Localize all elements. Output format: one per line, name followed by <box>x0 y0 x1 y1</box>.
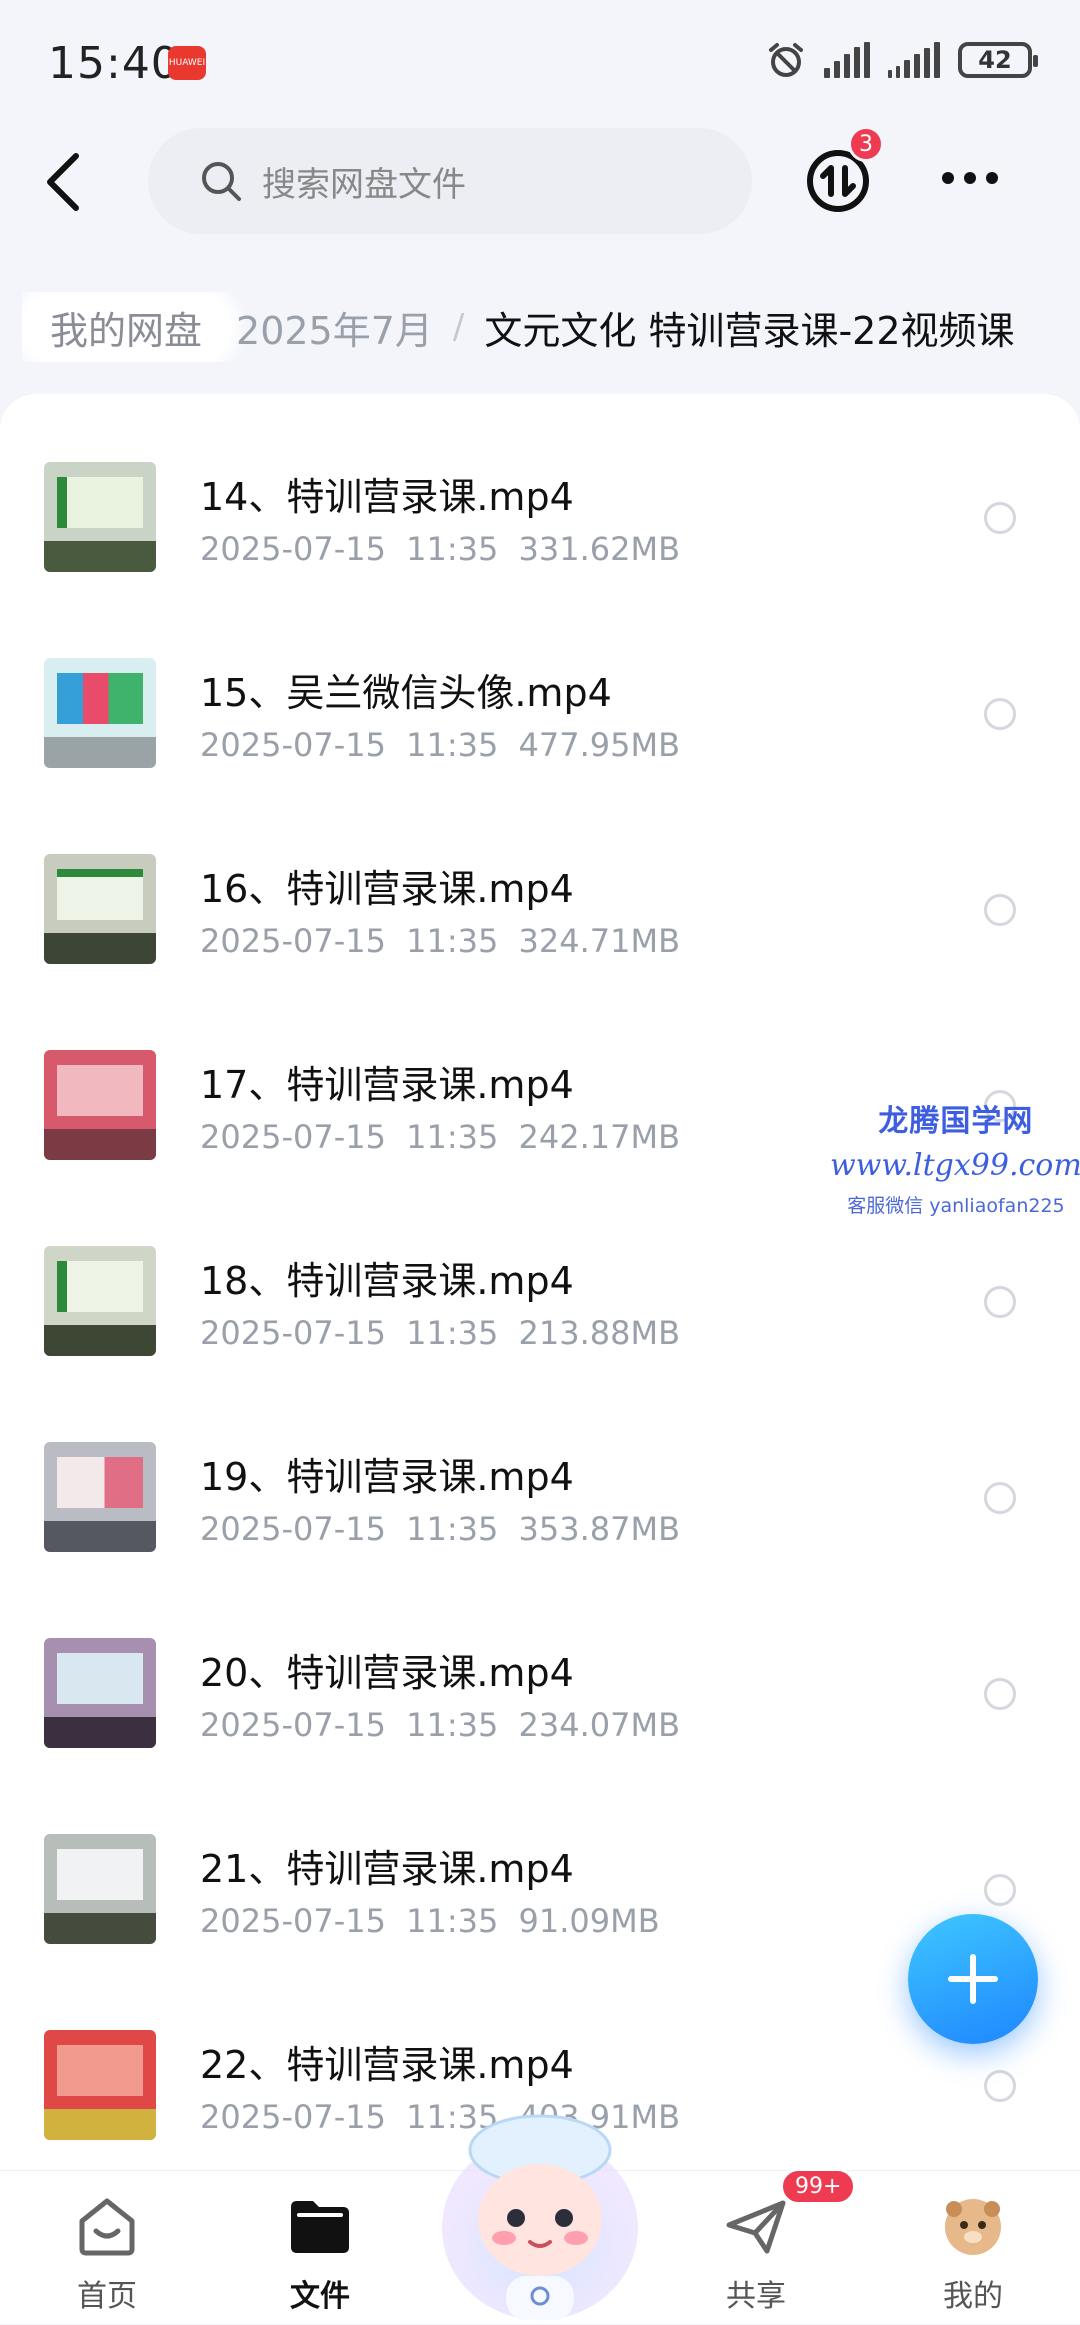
video-thumbnail <box>44 854 156 964</box>
nav-home-label: 首页 <box>77 2279 137 2314</box>
add-button[interactable] <box>908 1914 1038 2044</box>
video-thumbnail <box>44 658 156 768</box>
folder-icon <box>291 2201 349 2253</box>
breadcrumb-separator: / <box>452 307 465 347</box>
select-radio[interactable] <box>984 1286 1016 1318</box>
video-thumbnail <box>44 1050 156 1160</box>
search-placeholder: 搜索网盘文件 <box>262 164 466 205</box>
file-list: 14、特训营录课.mp4 2025-07-15 11:35 331.62MB 1… <box>0 394 1080 2174</box>
file-name: 22、特训营录课.mp4 <box>200 2043 574 2087</box>
paper-plane-icon <box>726 2200 786 2254</box>
breadcrumb-root[interactable]: 我的网盘 <box>22 293 231 361</box>
video-thumbnail <box>44 462 156 572</box>
select-radio[interactable] <box>984 502 1016 534</box>
select-radio[interactable] <box>984 894 1016 926</box>
video-thumbnail <box>44 1246 156 1356</box>
file-row[interactable]: 14、特训营录课.mp4 2025-07-15 11:35 331.62MB <box>0 394 1080 590</box>
search-icon <box>202 162 241 201</box>
nav-files-label: 文件 <box>290 2279 350 2314</box>
video-thumbnail <box>44 1442 156 1552</box>
transfer-count-badge: 3 <box>848 126 884 162</box>
battery-icon: 42 <box>958 42 1038 78</box>
watermark: 龙腾国学网 www.ltgx99.com 客服微信 yanliaofan225 <box>830 1096 1080 1218</box>
watermark-site-name: 龙腾国学网 <box>878 1104 1034 1139</box>
plus-icon <box>948 1954 998 2004</box>
more-icon[interactable] <box>942 172 998 184</box>
status-bar: 15:40 HUAWEI 42 <box>0 0 1080 120</box>
file-name: 19、特训营录课.mp4 <box>200 1455 574 1499</box>
video-thumbnail <box>44 2030 156 2140</box>
select-radio[interactable] <box>984 698 1016 730</box>
select-radio[interactable] <box>984 1874 1016 1906</box>
select-radio[interactable] <box>984 1482 1016 1514</box>
file-meta: 2025-07-15 11:35 242.17MB <box>200 1118 681 1156</box>
mascot-assistant-icon[interactable] <box>436 2108 644 2324</box>
avatar <box>945 2199 1001 2255</box>
alarm-icon <box>769 43 803 77</box>
select-radio[interactable] <box>984 1678 1016 1710</box>
file-row[interactable]: 16、特训营录课.mp4 2025-07-15 11:35 324.71MB <box>0 786 1080 982</box>
home-icon <box>79 2198 135 2256</box>
file-meta: 2025-07-15 11:35 331.62MB <box>200 530 681 568</box>
file-name: 20、特训营录课.mp4 <box>200 1651 574 1695</box>
file-name: 21、特训营录课.mp4 <box>200 1847 574 1891</box>
file-name: 14、特训营录课.mp4 <box>200 475 574 519</box>
file-row[interactable]: 19、特训营录课.mp4 2025-07-15 11:35 353.87MB <box>0 1374 1080 1570</box>
breadcrumb-month[interactable]: 2025年7月 <box>236 300 433 355</box>
nav-me-label: 我的 <box>943 2279 1003 2314</box>
battery-level: 42 <box>978 46 1012 74</box>
file-name: 18、特训营录课.mp4 <box>200 1259 574 1303</box>
back-icon[interactable] <box>40 150 90 214</box>
share-count-badge: 99+ <box>780 2168 857 2205</box>
video-thumbnail <box>44 1638 156 1748</box>
nav-me[interactable]: 我的 <box>893 2171 1053 2325</box>
file-meta: 2025-07-15 11:35 477.95MB <box>200 726 681 764</box>
status-time: 15:40 <box>48 38 180 89</box>
file-row[interactable]: 20、特训营录课.mp4 2025-07-15 11:35 234.07MB <box>0 1570 1080 1766</box>
search-input[interactable]: 搜索网盘文件 <box>148 128 752 234</box>
watermark-url: www.ltgx99.com <box>830 1148 1080 1183</box>
file-meta: 2025-07-15 11:35 324.71MB <box>200 922 681 960</box>
signal-icon <box>824 42 870 78</box>
huawei-app-icon: HUAWEI <box>168 46 206 80</box>
nav-files[interactable]: 文件 <box>240 2171 400 2325</box>
file-meta: 2025-07-15 11:35 234.07MB <box>200 1706 681 1744</box>
file-name: 15、吴兰微信头像.mp4 <box>200 671 612 715</box>
file-row[interactable]: 15、吴兰微信头像.mp4 2025-07-15 11:35 477.95MB <box>0 590 1080 786</box>
signal-2-icon <box>888 42 940 78</box>
video-thumbnail <box>44 1834 156 1944</box>
breadcrumb: 我的网盘 2025年7月 / 文元文化 特训营录课-22视频课 <box>22 292 1080 362</box>
status-indicators: 42 <box>766 40 1038 80</box>
breadcrumb-current: 文元文化 特训营录课-22视频课 <box>484 308 1015 353</box>
file-meta: 2025-07-15 11:35 353.87MB <box>200 1510 681 1548</box>
nav-share-label: 共享 <box>726 2279 786 2314</box>
file-meta: 2025-07-15 11:35 213.88MB <box>200 1314 681 1352</box>
nav-home[interactable]: 首页 <box>27 2171 187 2325</box>
watermark-contact: 客服微信 yanliaofan225 <box>847 1195 1065 1217</box>
file-name: 16、特训营录课.mp4 <box>200 867 574 911</box>
file-name: 17、特训营录课.mp4 <box>200 1063 574 1107</box>
select-radio[interactable] <box>984 2070 1016 2102</box>
file-meta: 2025-07-15 11:35 91.09MB <box>200 1902 660 1940</box>
file-row[interactable]: 21、特训营录课.mp4 2025-07-15 11:35 91.09MB <box>0 1766 1080 1962</box>
